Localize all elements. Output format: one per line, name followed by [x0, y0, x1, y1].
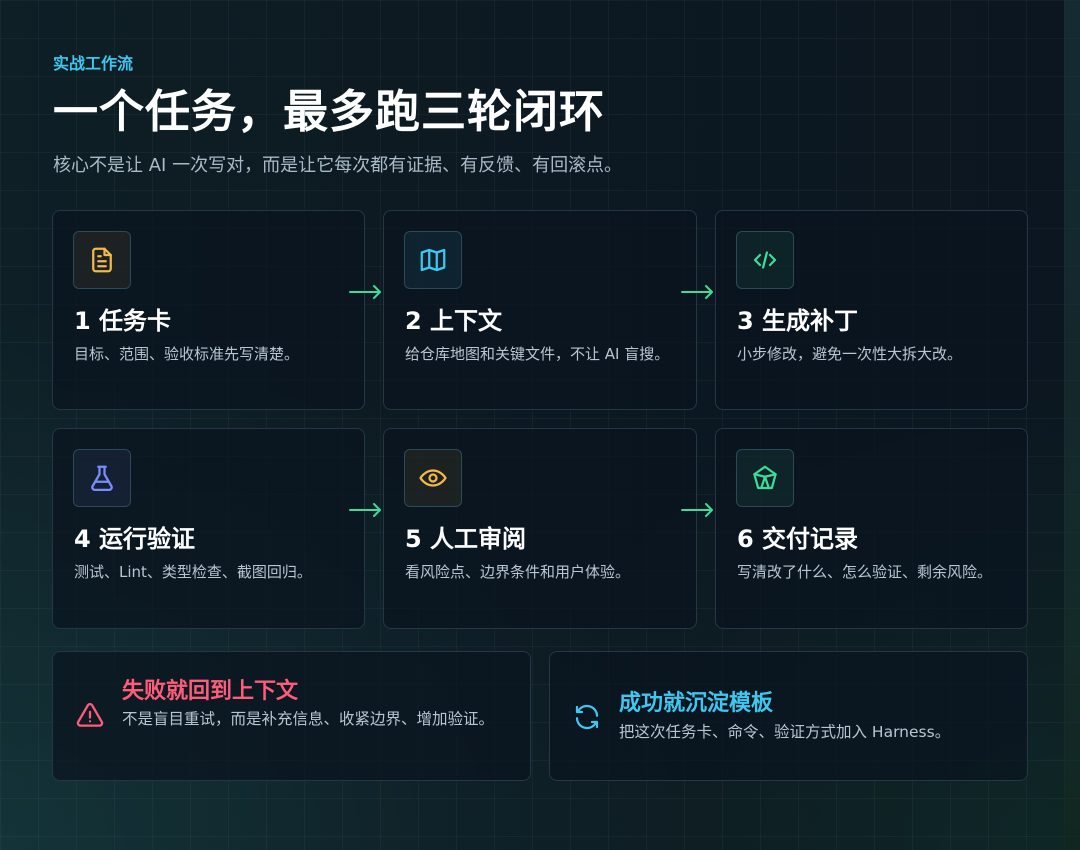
eyebrow-label: 实战工作流 [53, 54, 134, 73]
step-title: 5 人工审阅 [405, 525, 527, 553]
step-card-task: 1 任务卡 目标、范围、验收标准先写清楚。 [52, 210, 365, 410]
code-icon [736, 231, 794, 289]
gem-icon [736, 449, 794, 507]
warning-icon [76, 702, 104, 727]
eye-icon [404, 449, 462, 507]
arrow-right-icon [349, 503, 381, 517]
right-edge-strip [1064, 0, 1080, 850]
step-desc: 小步修改，避免一次性大拆大改。 [737, 345, 963, 363]
outcome-desc: 不是盲目重试，而是补充信息、收紧边界、增加验证。 [122, 710, 495, 728]
step-card-review: 5 人工审阅 看风险点、边界条件和用户体验。 [383, 428, 697, 629]
step-title: 4 运行验证 [74, 525, 196, 553]
step-title: 3 生成补丁 [737, 307, 859, 335]
step-card-delivery: 6 交付记录 写清改了什么、怎么验证、剩余风险。 [715, 428, 1028, 629]
outcome-desc: 把这次任务卡、命令、验证方式加入 Harness。 [619, 723, 951, 741]
step-title: 6 交付记录 [737, 525, 859, 553]
page-title: 一个任务，最多跑三轮闭环 [53, 85, 606, 138]
step-desc: 测试、Lint、类型检查、截图回归。 [74, 563, 312, 581]
refresh-icon [575, 704, 599, 730]
outcome-card-fail: 失败就回到上下文 不是盲目重试，而是补充信息、收紧边界、增加验证。 [52, 651, 531, 781]
flask-icon [73, 449, 131, 507]
step-title: 1 任务卡 [74, 307, 172, 335]
arrow-right-icon [349, 285, 381, 299]
arrow-right-icon [681, 503, 713, 517]
step-desc: 目标、范围、验收标准先写清楚。 [74, 345, 300, 363]
step-title: 2 上下文 [405, 307, 503, 335]
step-desc: 给仓库地图和关键文件，不让 AI 盲搜。 [405, 345, 670, 363]
document-icon [73, 231, 131, 289]
step-desc: 看风险点、边界条件和用户体验。 [405, 563, 631, 581]
header: 实战工作流 一个任务，最多跑三轮闭环 核心不是让 AI 一次写对，而是让它每次都… [53, 52, 1023, 180]
map-icon [404, 231, 462, 289]
page-subtitle: 核心不是让 AI 一次写对，而是让它每次都有证据、有反馈、有回滚点。 [53, 155, 623, 176]
step-card-patch: 3 生成补丁 小步修改，避免一次性大拆大改。 [715, 210, 1028, 410]
step-card-verify: 4 运行验证 测试、Lint、类型检查、截图回归。 [52, 428, 365, 629]
outcome-title: 成功就沉淀模板 [619, 691, 774, 716]
step-desc: 写清改了什么、怎么验证、剩余风险。 [737, 563, 993, 581]
outcome-card-success: 成功就沉淀模板 把这次任务卡、命令、验证方式加入 Harness。 [549, 651, 1028, 781]
step-card-context: 2 上下文 给仓库地图和关键文件，不让 AI 盲搜。 [383, 210, 697, 410]
outcome-title: 失败就回到上下文 [122, 679, 299, 704]
arrow-right-icon [681, 285, 713, 299]
